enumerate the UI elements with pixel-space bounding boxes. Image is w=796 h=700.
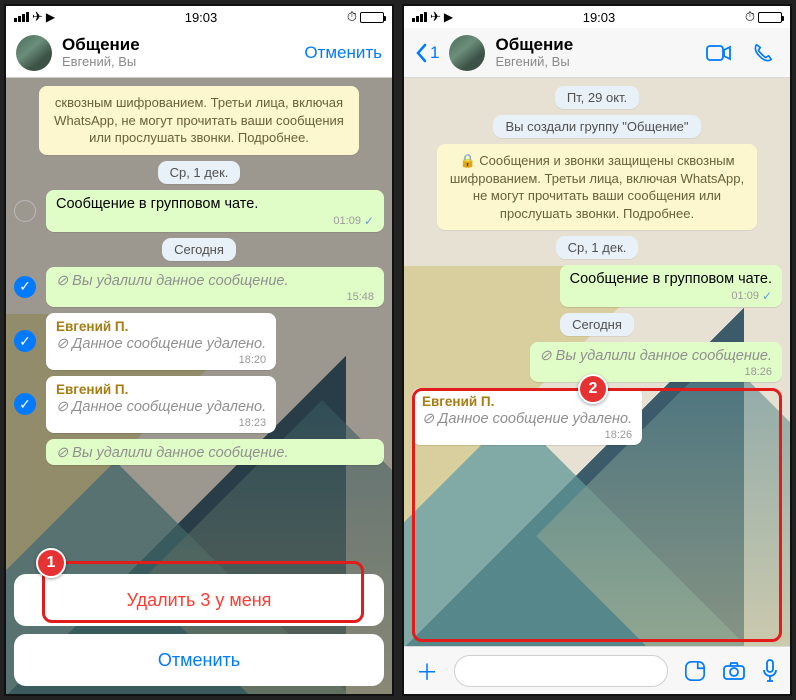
alarm-icon: ⏱ (745, 9, 755, 25)
status-bar: ✈︎ ▶ 19:03 ⏱ (404, 6, 790, 28)
chat-title-block[interactable]: Общение Евгений, Вы (495, 35, 692, 69)
avatar[interactable] (16, 35, 52, 71)
chat-header: Общение Евгений, Вы Отменить (6, 28, 392, 78)
plus-icon[interactable]: ＋ (416, 655, 438, 687)
video-call-button[interactable] (702, 36, 736, 70)
date-pill: Пт, 29 окт. (555, 86, 639, 109)
msg-text: ⊘ Данное сообщение удалено. (56, 336, 266, 352)
msg-text: ⊘ Вы удалили данное сообщение. (56, 445, 289, 461)
chat-name: Общение (62, 35, 294, 55)
alarm-icon: ⏱ (347, 9, 357, 25)
msg-text: ⊘ Данное сообщение удалено. (422, 411, 632, 427)
status-bar: ✈︎ ▶ 19:03 ⏱ (6, 6, 392, 28)
msg-text: Сообщение в групповом чате. (570, 271, 772, 287)
chat-name: Общение (495, 35, 692, 55)
battery-icon (758, 12, 782, 23)
selectable-row[interactable]: ⊘ Вы удалили данное сообщение. 15:48 (14, 267, 384, 307)
outgoing-message[interactable]: Сообщение в групповом чате. 01:09✓ (560, 265, 782, 307)
selectable-row[interactable]: ⊘ Вы удалили данное сообщение. (14, 439, 384, 465)
screen-left: ✈︎ ▶ 19:03 ⏱ Общение Евгений, Вы Отменит… (4, 4, 394, 696)
msg-text: ⊘ Вы удалили данное сообщение. (540, 348, 773, 364)
delete-for-me-button[interactable]: Удалить 3 у меня (14, 574, 384, 626)
screen-right: ✈︎ ▶ 19:03 ⏱ 1 Общение Евгений, Вы Пт, 2… (402, 4, 792, 696)
date-pill: Ср, 1 дек. (556, 236, 639, 259)
encryption-notice[interactable]: 🔒 Сообщения и звонки защищены сквозным ш… (437, 144, 757, 230)
check-icon: ✓ (762, 289, 772, 303)
cancel-button[interactable]: Отменить (14, 634, 384, 686)
wifi-icon: ✈︎ (32, 9, 43, 25)
wifi-icon: ✈︎ (430, 9, 441, 25)
message-input[interactable] (454, 655, 668, 687)
chat-subtitle: Евгений, Вы (495, 55, 692, 70)
step-badge: 1 (36, 548, 66, 578)
camera-icon[interactable] (722, 661, 746, 681)
mic-icon[interactable] (762, 659, 778, 683)
system-message: Вы создали группу "Общение" (493, 115, 700, 138)
selectable-row[interactable]: Евгений П. ⊘ Данное сообщение удалено. 1… (14, 376, 384, 433)
chat-header: 1 Общение Евгений, Вы (404, 28, 790, 78)
msg-text: ⊘ Данное сообщение удалено. (56, 399, 266, 415)
status-time: 19:03 (185, 10, 218, 25)
selection-circle[interactable] (14, 276, 36, 298)
compose-bar: ＋ (404, 646, 790, 694)
lock-icon: 🔒 (459, 153, 479, 168)
avatar[interactable] (449, 35, 485, 71)
chat-area: сквозным шифрованием. Третьи лица, включ… (6, 78, 392, 694)
date-pill: Ср, 1 дек. (158, 161, 241, 184)
voice-call-button[interactable] (746, 36, 780, 70)
selection-circle[interactable] (14, 330, 36, 352)
date-pill: Сегодня (162, 238, 236, 261)
sticker-icon[interactable] (684, 660, 706, 682)
back-button[interactable]: 1 (414, 43, 439, 63)
selection-circle[interactable] (14, 200, 36, 222)
msg-text: Сообщение в групповом чате. (56, 196, 258, 212)
action-sheet: Удалить 3 у меня Отменить (6, 566, 392, 694)
check-icon: ✓ (364, 214, 374, 228)
outgoing-message[interactable]: ⊘ Вы удалили данное сообщение. 18:26 (530, 342, 783, 382)
chat-area[interactable]: Пт, 29 окт. Вы создали группу "Общение" … (404, 78, 790, 646)
cell-signal-icon (412, 12, 427, 22)
selectable-row[interactable]: Евгений П. ⊘ Данное сообщение удалено. 1… (14, 313, 384, 370)
incoming-message[interactable]: Евгений П. ⊘ Данное сообщение удалено. 1… (412, 388, 642, 445)
date-pill: Сегодня (560, 313, 634, 336)
chat-subtitle: Евгений, Вы (62, 55, 294, 70)
step-badge: 2 (578, 374, 608, 404)
msg-text: ⊘ Вы удалили данное сообщение. (56, 273, 289, 289)
selection-circle[interactable] (14, 393, 36, 415)
sender-name: Евгений П. (56, 382, 266, 397)
encryption-notice[interactable]: сквозным шифрованием. Третьи лица, включ… (39, 86, 359, 155)
selectable-row[interactable]: Сообщение в групповом чате. 01:09✓ (14, 190, 384, 232)
cell-signal-icon (14, 12, 29, 22)
battery-icon (360, 12, 384, 23)
cancel-selection[interactable]: Отменить (304, 43, 382, 63)
status-time: 19:03 (583, 10, 616, 25)
sender-name: Евгений П. (56, 319, 266, 334)
chat-title-block[interactable]: Общение Евгений, Вы (62, 35, 294, 69)
